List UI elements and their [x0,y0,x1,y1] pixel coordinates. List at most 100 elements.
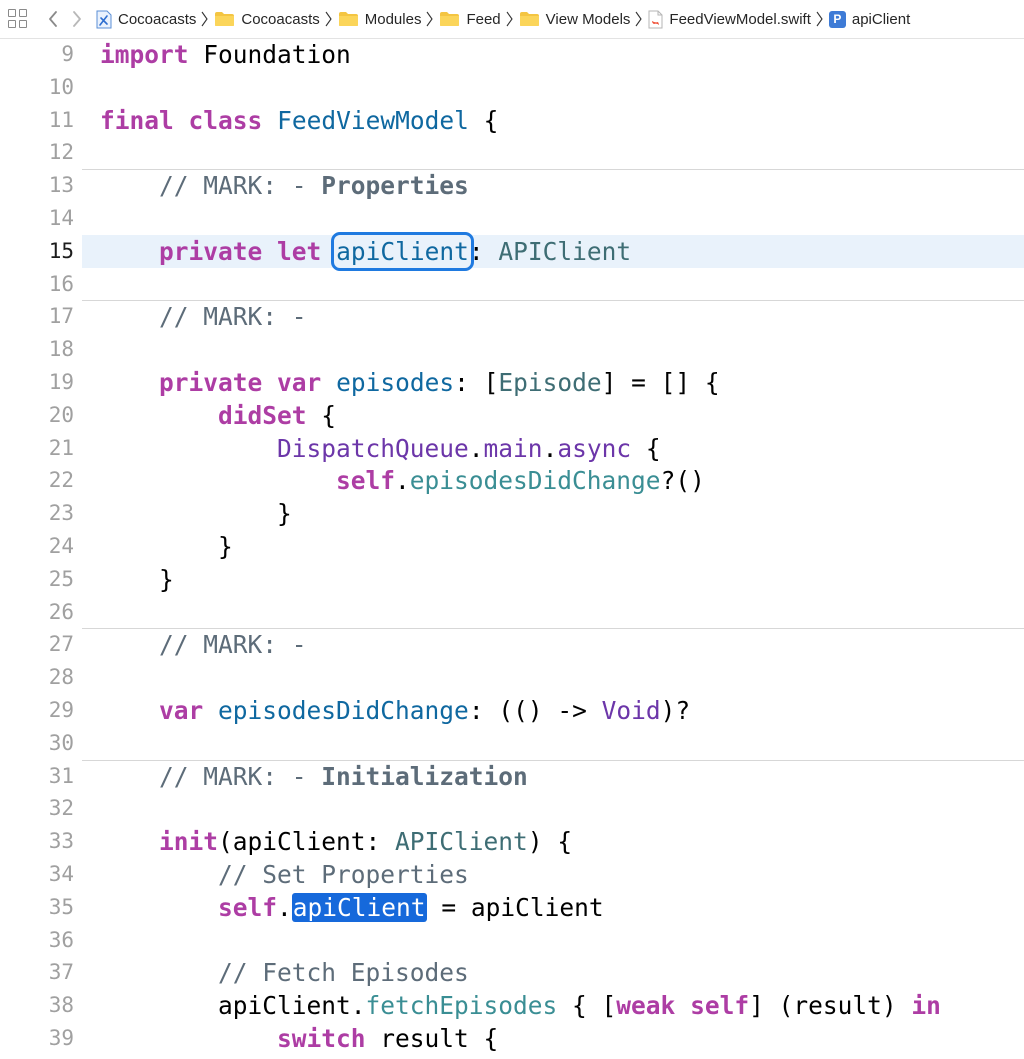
code-line[interactable]: 34 // Set Properties [0,858,1024,891]
code-line[interactable]: 18 [0,333,1024,366]
line-number: 21 [48,435,74,460]
breadcrumb-item-group[interactable]: Cocoacasts [214,10,320,28]
code-text[interactable]: private var episodes: [Episode] = [] { [100,366,720,399]
code-text[interactable]: var episodesDidChange: (() -> Void)? [100,694,690,727]
line-number: 23 [48,501,74,526]
code-line[interactable]: 27 // MARK: - [0,628,1024,661]
code-line[interactable]: 39 switch result { [0,1022,1024,1055]
code-text[interactable]: didSet { [100,399,336,432]
code-text[interactable]: private let apiClient: APIClient [100,231,631,271]
code-line[interactable]: 11 final class FeedViewModel { [0,104,1024,137]
code-line[interactable]: 32 [0,792,1024,825]
line-number: 15 [48,238,74,263]
xcode-project-icon [96,10,112,28]
chevron-right-icon [426,11,434,27]
line-number: 29 [48,698,74,722]
code-line[interactable]: 30 [0,727,1024,760]
line-number: 35 [48,894,74,919]
code-line[interactable]: 28 [0,661,1024,694]
back-arrow-icon[interactable] [48,11,58,27]
line-number: 26 [48,599,74,624]
code-line[interactable]: 17 // MARK: - [0,300,1024,333]
line-number: 14 [48,206,74,230]
breadcrumb-label: Modules [364,10,422,28]
breadcrumb-item-feed[interactable]: Feed [439,11,501,28]
code-line[interactable]: 31 // MARK: - Initialization [0,759,1024,793]
code-line[interactable]: 37 // Fetch Episodes [0,956,1024,989]
code-text[interactable]: // MARK: - Initialization [100,760,528,793]
breadcrumb-label: FeedViewModel.swift [669,10,811,28]
code-line[interactable]: 23 } [0,497,1024,530]
forward-arrow-icon[interactable] [72,11,82,27]
code-text[interactable]: self.apiClient = apiClient [100,891,604,924]
code-text[interactable]: DispatchQueue.main.async { [100,432,661,465]
line-number: 27 [48,632,74,657]
line-number: 37 [48,960,74,985]
line-number: 39 [48,1026,74,1050]
code-line[interactable]: 22 self.episodesDidChange?() [0,464,1024,497]
code-text[interactable]: } [100,530,233,563]
line-number: 36 [48,927,74,952]
code-text[interactable]: // Fetch Episodes [100,956,469,989]
code-line[interactable]: 21 DispatchQueue.main.async { [0,432,1024,465]
code-line[interactable]: 12 [0,136,1024,169]
breadcrumb-item-file[interactable]: FeedViewModel.swift [648,10,811,29]
code-line[interactable]: 24 } [0,530,1024,563]
code-text[interactable]: // MARK: - Properties [100,169,469,202]
code-line[interactable]: 13 // MARK: - Properties [0,169,1024,202]
breadcrumb-item-modules[interactable]: Modules [338,10,422,28]
folder-icon [519,12,539,26]
line-number: 31 [48,763,74,788]
code-line[interactable]: 14 [0,202,1024,235]
code-line[interactable]: 38 apiClient.fetchEpisodes { [weak self]… [0,989,1024,1022]
code-text[interactable]: } [100,563,174,596]
code-text[interactable]: self.episodesDidChange?() [100,464,705,497]
chevron-right-icon [325,11,332,27]
code-line[interactable]: 16 [0,268,1024,301]
breadcrumb-item-project[interactable]: Cocoacasts [96,10,196,29]
code-line[interactable]: 35 self.apiClient = apiClient [0,891,1024,924]
chevron-right-icon [506,11,513,27]
line-number: 16 [48,271,74,296]
chevron-right-icon [201,11,209,27]
code-text[interactable]: // Set Properties [100,858,469,891]
code-line[interactable]: 9 import Foundation [0,38,1024,71]
code-text[interactable]: final class FeedViewModel { [100,104,498,137]
code-text[interactable]: switch result { [100,1022,498,1055]
line-number: 34 [48,862,74,886]
line-number: 24 [48,534,74,558]
chevron-right-icon [816,11,823,27]
line-number: 25 [48,566,74,591]
line-number: 22 [48,468,74,493]
code-text[interactable]: // MARK: - [100,300,307,333]
code-line[interactable]: 36 [0,924,1024,957]
code-text[interactable]: import Foundation [100,38,351,71]
code-line[interactable]: 26 [0,596,1024,629]
breadcrumb-label: Cocoacasts [118,10,197,28]
breadcrumb: Cocoacasts Cocoacasts Modules Feed View … [96,10,910,29]
breadcrumb-label: Cocoacasts [241,10,320,28]
code-line[interactable]: 20 didSet { [0,399,1024,432]
code-line[interactable]: 10 [0,71,1024,104]
line-number: 32 [48,796,74,821]
code-line[interactable]: 25 } [0,563,1024,596]
code-text[interactable]: apiClient.fetchEpisodes { [weak self] (r… [100,989,941,1022]
line-number: 11 [48,107,74,132]
breadcrumb-item-symbol[interactable]: P apiClient [828,10,910,28]
code-text[interactable]: } [100,497,292,530]
line-number: 28 [48,665,74,690]
source-editor[interactable]: 9 import Foundation 10 11 final class FeedVi… [0,38,1024,1059]
folder-icon [215,12,235,26]
code-line[interactable]: 15 private let apiClient: APIClient [0,231,1024,271]
code-line[interactable]: 29 var episodesDidChange: (() -> Void)? [0,694,1024,727]
code-text[interactable]: // MARK: - [100,628,307,661]
breadcrumb-label: View Models [545,10,631,28]
code-line[interactable]: 33 init(apiClient: APIClient) { [0,825,1024,858]
related-items-icon[interactable] [8,9,28,29]
breadcrumb-item-view-models[interactable]: View Models [519,10,631,28]
line-number: 17 [48,304,74,329]
property-icon: P [828,10,846,28]
code-text[interactable]: init(apiClient: APIClient) { [100,825,572,858]
line-number: 30 [48,730,74,755]
code-line[interactable]: 19 private var episodes: [Episode] = [] … [0,366,1024,399]
